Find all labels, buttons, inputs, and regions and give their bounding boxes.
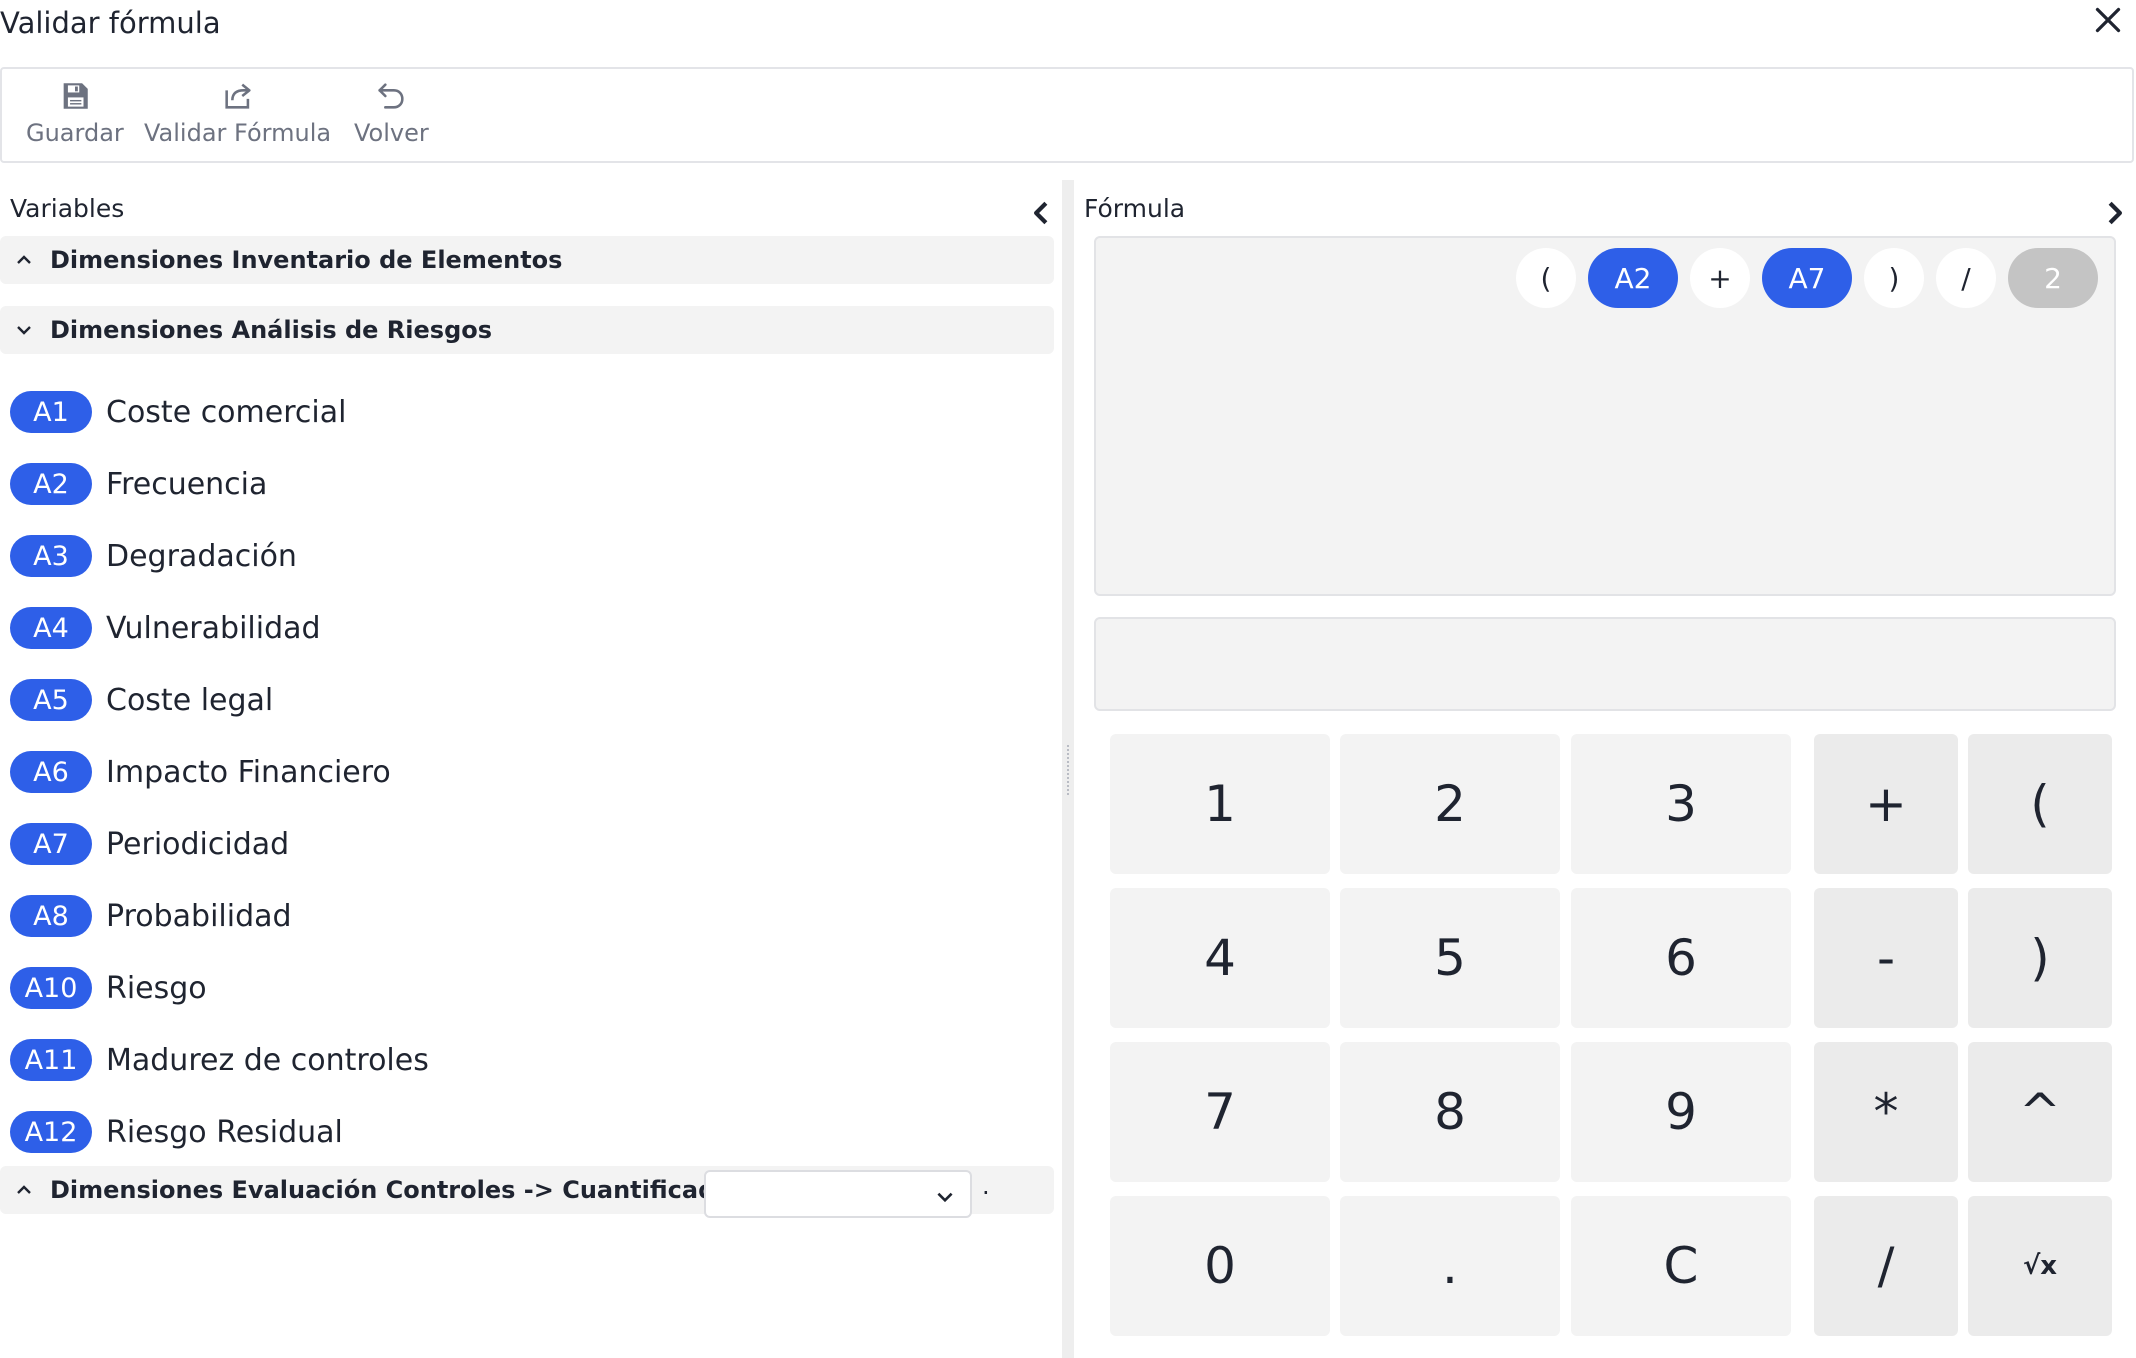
- key-close-paren[interactable]: ): [1968, 888, 2112, 1028]
- key-decimal[interactable]: .: [1340, 1196, 1560, 1336]
- key-2[interactable]: 2: [1340, 734, 1560, 874]
- key-divide[interactable]: /: [1814, 1196, 1958, 1336]
- formula-editor[interactable]: ( A2 + A7 ) / 2: [1094, 236, 2116, 596]
- variable-name: Probabilidad: [106, 898, 292, 934]
- variable-code-badge: A7: [10, 823, 92, 865]
- variable-name: Madurez de controles: [106, 1042, 429, 1078]
- variable-name: Riesgo Residual: [106, 1114, 343, 1150]
- variable-item-a3[interactable]: A3 Degradación: [10, 534, 297, 578]
- variable-name: Impacto Financiero: [106, 754, 391, 790]
- variable-code-badge: A2: [10, 463, 92, 505]
- variable-code-badge: A11: [10, 1039, 92, 1081]
- variable-name: Riesgo: [106, 970, 207, 1006]
- group-inventario[interactable]: Dimensiones Inventario de Elementos: [0, 236, 1054, 284]
- key-square-root[interactable]: √x: [1968, 1196, 2112, 1336]
- key-7[interactable]: 7: [1110, 1042, 1330, 1182]
- panel-splitter[interactable]: [1062, 180, 1074, 1358]
- key-0[interactable]: 0: [1110, 1196, 1330, 1336]
- variable-name: Vulnerabilidad: [106, 610, 321, 646]
- variable-code-badge: A1: [10, 391, 92, 433]
- variable-item-a2[interactable]: A2 Frecuencia: [10, 462, 267, 506]
- close-button[interactable]: [2090, 2, 2126, 38]
- formula-token-number[interactable]: 2: [2008, 248, 2098, 308]
- formula-token-variable[interactable]: A2: [1588, 248, 1678, 308]
- key-plus[interactable]: +: [1814, 734, 1958, 874]
- variable-code-badge: A12: [10, 1111, 92, 1153]
- variable-item-a10[interactable]: A10 Riesgo: [10, 966, 207, 1010]
- variable-code-badge: A3: [10, 535, 92, 577]
- group-evaluacion-controles[interactable]: Dimensiones Evaluación Controles -> Cuan…: [0, 1166, 1054, 1218]
- formula-result-field[interactable]: [1094, 617, 2116, 711]
- group-label: Dimensiones Análisis de Riesgos: [50, 316, 493, 344]
- variable-name: Coste comercial: [106, 394, 347, 430]
- variable-name: Coste legal: [106, 682, 274, 718]
- variable-item-a7[interactable]: A7 Periodicidad: [10, 822, 289, 866]
- group-label: Dimensiones Inventario de Elementos: [50, 246, 563, 274]
- validate-formula-button[interactable]: Validar Fórmula: [144, 79, 331, 147]
- chevron-up-icon: [17, 1185, 31, 1194]
- key-open-paren[interactable]: (: [1968, 734, 2112, 874]
- formula-token-variable[interactable]: A7: [1762, 248, 1852, 308]
- group-analisis-riesgos[interactable]: Dimensiones Análisis de Riesgos: [0, 306, 1054, 354]
- variable-code-badge: A8: [10, 895, 92, 937]
- variable-name: Periodicidad: [106, 826, 290, 862]
- variable-item-a6[interactable]: A6 Impacto Financiero: [10, 750, 391, 794]
- close-icon: [2095, 7, 2121, 33]
- save-label: Guardar: [26, 119, 124, 147]
- back-button[interactable]: Volver: [354, 79, 429, 147]
- key-9[interactable]: 9: [1571, 1042, 1791, 1182]
- share-icon: [224, 83, 251, 109]
- variable-code-badge: A4: [10, 607, 92, 649]
- validate-formula-label: Validar Fórmula: [144, 119, 332, 147]
- variable-name: Frecuencia: [106, 466, 268, 502]
- key-5[interactable]: 5: [1340, 888, 1560, 1028]
- dialog-title: Validar fórmula: [0, 6, 221, 40]
- variable-name: Degradación: [106, 538, 297, 574]
- key-clear[interactable]: C: [1571, 1196, 1791, 1336]
- formula-heading: Fórmula: [1084, 194, 1186, 223]
- formula-tokens: ( A2 + A7 ) / 2: [1516, 248, 2098, 308]
- splitter-grip-icon: [1067, 745, 1069, 795]
- formula-token[interactable]: +: [1690, 248, 1750, 308]
- key-4[interactable]: 4: [1110, 888, 1330, 1028]
- chevron-down-icon: [937, 1192, 953, 1203]
- key-3[interactable]: 3: [1571, 734, 1791, 874]
- variables-heading: Variables: [10, 194, 125, 223]
- formula-token[interactable]: (: [1516, 248, 1576, 308]
- save-button[interactable]: Guardar: [26, 79, 124, 147]
- chevron-up-icon: [17, 255, 31, 264]
- formula-panel: Fórmula ( A2 + A7 ) / 2 1 2 3 + ( 4 5 6 …: [1074, 180, 2136, 1358]
- key-6[interactable]: 6: [1571, 888, 1791, 1028]
- key-minus[interactable]: -: [1814, 888, 1958, 1028]
- variable-item-a8[interactable]: A8 Probabilidad: [10, 894, 292, 938]
- collapse-right-chevron-icon[interactable]: [2104, 200, 2126, 226]
- variable-item-a5[interactable]: A5 Coste legal: [10, 678, 273, 722]
- key-power[interactable]: ^: [1968, 1042, 2112, 1182]
- variable-item-a1[interactable]: A1 Coste comercial: [10, 390, 346, 434]
- toolbar: Guardar Validar Fórmula Volver: [0, 67, 2134, 163]
- quantifier-suffix: .: [982, 1172, 990, 1200]
- variable-code-badge: A5: [10, 679, 92, 721]
- variable-item-a4[interactable]: A4 Vulnerabilidad: [10, 606, 321, 650]
- formula-token[interactable]: /: [1936, 248, 1996, 308]
- chevron-down-icon: [17, 326, 31, 335]
- formula-token[interactable]: ): [1864, 248, 1924, 308]
- variable-code-badge: A6: [10, 751, 92, 793]
- key-1[interactable]: 1: [1110, 734, 1330, 874]
- variable-item-a12[interactable]: A12 Riesgo Residual: [10, 1110, 343, 1154]
- quantifier-select[interactable]: [704, 1170, 972, 1218]
- variable-item-a11[interactable]: A11 Madurez de controles: [10, 1038, 429, 1082]
- key-multiply[interactable]: *: [1814, 1042, 1958, 1182]
- dialog-title-bar: Validar fórmula: [0, 0, 2136, 62]
- key-8[interactable]: 8: [1340, 1042, 1560, 1182]
- save-icon: [63, 83, 88, 109]
- back-label: Volver: [354, 119, 429, 147]
- variables-panel: Variables Dimensiones Inventario de Elem…: [0, 180, 1062, 1358]
- variable-code-badge: A10: [10, 967, 92, 1009]
- undo-icon: [378, 83, 404, 109]
- collapse-left-chevron-icon[interactable]: [1030, 200, 1052, 226]
- group-label: Dimensiones Evaluación Controles -> Cuan…: [50, 1176, 754, 1204]
